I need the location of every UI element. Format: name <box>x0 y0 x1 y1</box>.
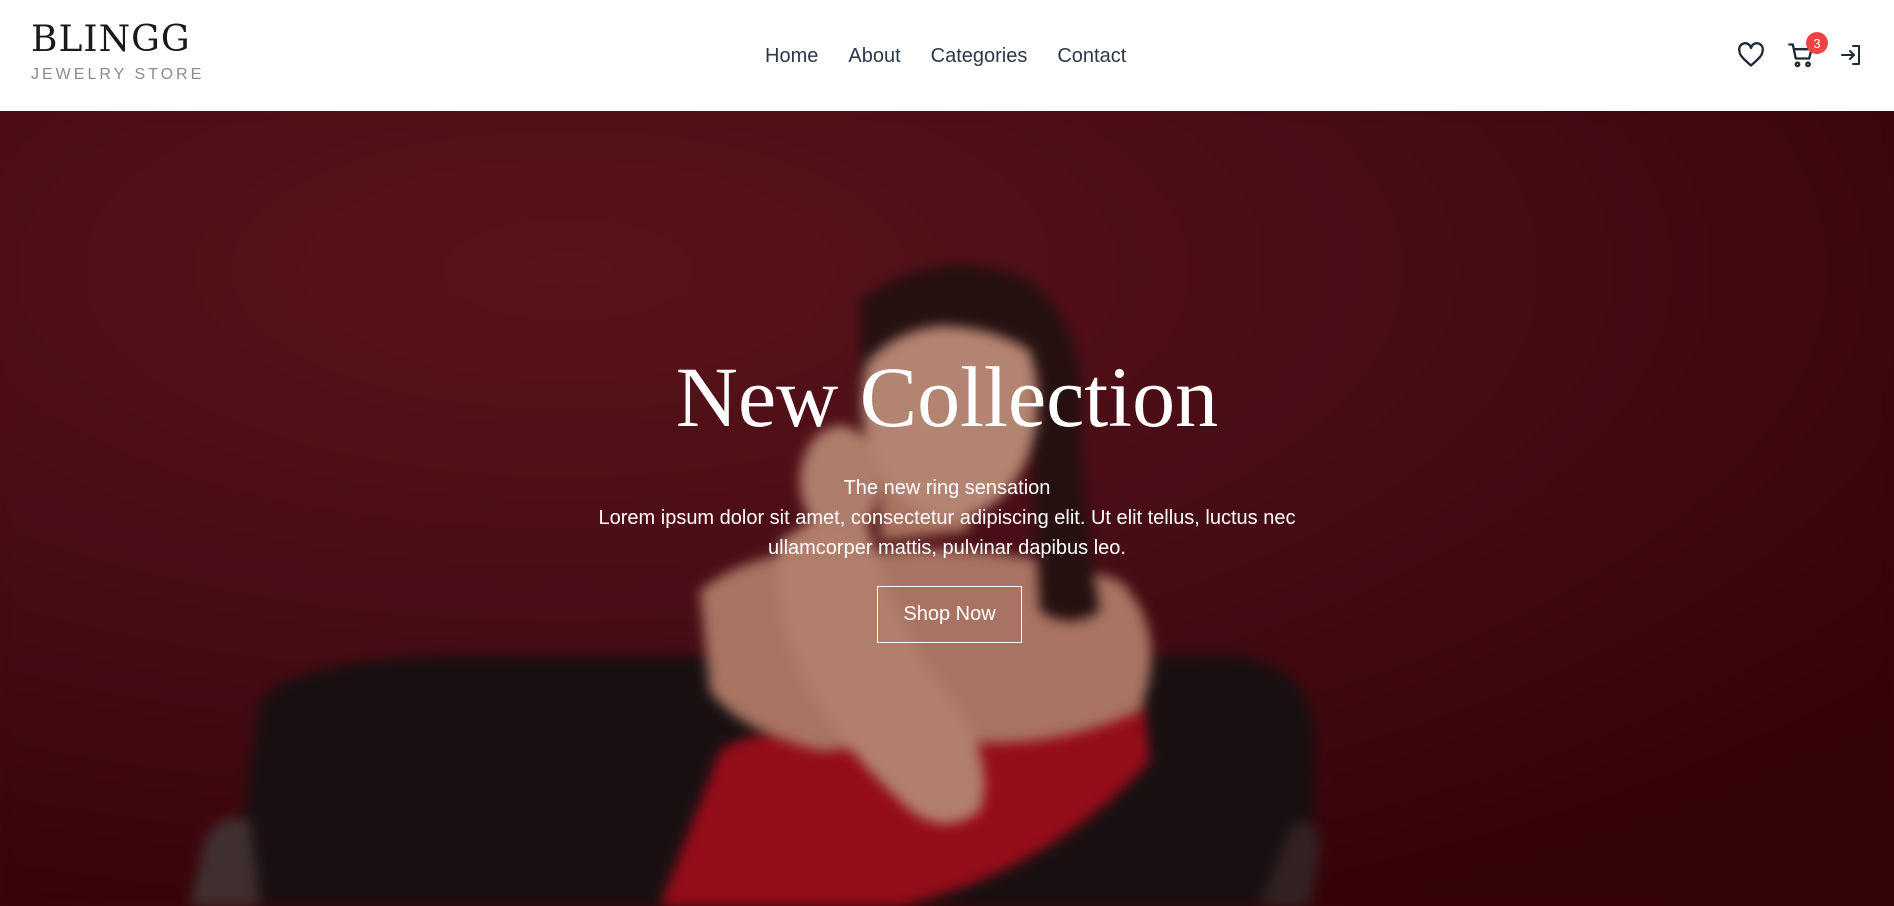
heart-icon <box>1738 42 1764 67</box>
hero-tagline: The new ring sensation <box>843 477 1051 499</box>
brand-subtitle: JEWELRY STORE <box>31 66 205 83</box>
brand-logo[interactable]: BLINGG JEWELRY STORE <box>31 18 204 84</box>
login-button[interactable] <box>1836 40 1866 70</box>
cart-count-badge: 3 <box>1806 32 1828 54</box>
main-nav: Home About Categories Contact <box>765 40 1126 72</box>
shop-now-button[interactable]: Shop Now <box>877 586 1022 643</box>
site-header: BLINGG JEWELRY STORE Home About Categori… <box>0 0 1894 111</box>
nav-contact[interactable]: Contact <box>1057 40 1126 72</box>
header-actions: 3 <box>1736 32 1866 70</box>
hero-title: New Collection <box>675 349 1219 445</box>
login-icon <box>1841 45 1860 65</box>
cart-button[interactable]: 3 <box>1786 32 1828 70</box>
nav-home[interactable]: Home <box>765 40 818 72</box>
nav-categories[interactable]: Categories <box>931 40 1028 72</box>
hero-description: Lorem ipsum dolor sit amet, consectetur … <box>598 507 1296 559</box>
hero-banner: New Collection The new ring sensation Lo… <box>0 111 1894 906</box>
hero-content: New Collection The new ring sensation Lo… <box>0 111 1894 906</box>
nav-about[interactable]: About <box>848 40 900 72</box>
wishlist-button[interactable] <box>1736 40 1766 70</box>
brand-name: BLINGG <box>31 19 191 60</box>
